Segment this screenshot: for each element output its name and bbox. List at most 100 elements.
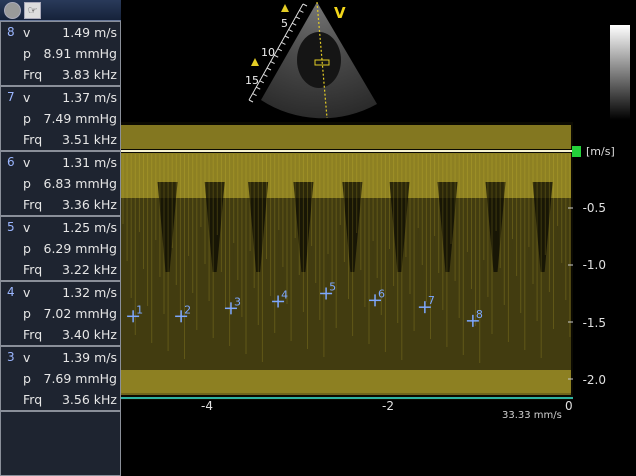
measurement-row: p 6.83 mmHg	[23, 176, 117, 196]
y-tick-label: -0.5	[582, 201, 606, 215]
measurement-value: 1.31 m/s	[62, 155, 117, 170]
measurement-card[interactable]: 5 v 1.25 m/s p 6.29 mmHg Frq 3.22 kHz	[0, 216, 121, 281]
measurement-value: 6.29 mmHg	[43, 241, 118, 256]
measurement-key: p	[23, 176, 31, 191]
measurement-key: p	[23, 46, 31, 61]
positive-band	[121, 125, 571, 149]
measurement-value: 3.83 kHz	[61, 67, 117, 82]
measurement-card-partial[interactable]	[0, 411, 121, 476]
measurement-value: 7.02 mmHg	[43, 306, 118, 321]
measurement-card[interactable]: 6 v 1.31 m/s p 6.83 mmHg Frq 3.36 kHz	[0, 151, 121, 216]
measurement-card[interactable]: 4 v 1.32 m/s p 7.02 mmHg Frq 3.40 kHz	[0, 281, 121, 346]
measurement-value: 3.40 kHz	[61, 327, 117, 342]
measurement-value: 6.83 mmHg	[43, 176, 118, 191]
measurement-row: v 1.31 m/s	[23, 155, 117, 175]
measurement-row: p 7.49 mmHg	[23, 111, 117, 131]
measurement-card[interactable]: 8 v 1.49 m/s p 8.91 mmHg Frq 3.83 kHz	[0, 21, 121, 86]
measurement-value: 8.91 mmHg	[43, 46, 118, 61]
velocity-marker-label: 3	[234, 295, 241, 308]
depth-label-10: 10	[261, 46, 275, 59]
measurement-value: 1.37 m/s	[62, 90, 117, 105]
depth-tick	[291, 22, 297, 26]
y-tick-label: -1.0	[582, 258, 606, 272]
measurement-key: Frq	[23, 132, 43, 147]
sweep-speed: 33.33 mm/s	[502, 410, 562, 421]
measurement-value: 3.51 kHz	[61, 132, 117, 147]
velocity-unit: [m/s]	[586, 145, 615, 158]
measurement-row: v 1.32 m/s	[23, 285, 117, 305]
measurement-key: p	[23, 241, 31, 256]
grayscale-bar	[610, 25, 630, 120]
depth-tick	[270, 61, 275, 65]
x-tick-label: -4	[201, 399, 213, 413]
measurement-key: Frq	[23, 327, 43, 342]
baseline-marker-icon[interactable]	[572, 146, 581, 157]
measurement-value: 1.32 m/s	[62, 285, 117, 300]
measurement-row: Frq 3.83 kHz	[23, 67, 117, 87]
measurement-number: 5	[7, 220, 15, 234]
measurement-key: p	[23, 306, 31, 321]
depth-tick	[288, 29, 293, 33]
spectrum-bottom	[121, 370, 571, 395]
depth-tick	[299, 9, 304, 13]
depth-tick	[252, 93, 257, 97]
measurement-row: p 7.69 mmHg	[23, 371, 117, 391]
x-tick-label: 0	[565, 399, 573, 413]
measurement-value: 7.69 mmHg	[43, 371, 118, 386]
measurement-value: 3.56 kHz	[61, 392, 117, 407]
measurement-key: p	[23, 371, 31, 386]
focus-marker-top-icon	[281, 4, 289, 12]
measurement-value: 1.39 m/s	[62, 350, 117, 365]
measurement-key: v	[23, 350, 31, 365]
measurement-number: 4	[7, 285, 15, 299]
record-icon[interactable]	[4, 2, 21, 19]
measurement-row: v 1.49 m/s	[23, 25, 117, 45]
measurement-key: v	[23, 220, 31, 235]
velocity-marker-label: 6	[378, 287, 385, 300]
measurement-key: v	[23, 25, 31, 40]
measurement-card[interactable]: 7 v 1.37 m/s p 7.49 mmHg Frq 3.51 kHz	[0, 86, 121, 151]
measurement-row: p 6.29 mmHg	[23, 241, 117, 261]
measurement-key: Frq	[23, 197, 43, 212]
velocity-marker-label: 8	[476, 308, 483, 321]
depth-tick	[281, 41, 286, 45]
measurement-row: Frq 3.40 kHz	[23, 327, 117, 347]
y-tick-label: -2.0	[582, 373, 606, 387]
measurement-value: 1.49 m/s	[62, 25, 117, 40]
focus-marker-icon	[251, 58, 259, 66]
measurement-row: v 1.39 m/s	[23, 350, 117, 370]
bmode-sector-image: 5 10 15	[245, 1, 377, 119]
measurement-row: Frq 3.36 kHz	[23, 197, 117, 217]
measurement-value: 1.25 m/s	[62, 220, 117, 235]
measurement-number: 3	[7, 350, 15, 364]
measurement-row: Frq 3.22 kHz	[23, 262, 117, 282]
y-tick-label: -1.5	[582, 316, 606, 330]
velocity-marker-label: 7	[428, 294, 435, 307]
measurement-row: p 8.91 mmHg	[23, 46, 117, 66]
depth-label-5: 5	[281, 17, 288, 30]
measurement-row: v 1.37 m/s	[23, 90, 117, 110]
doppler-spectrum: 1 2 3 4 5 6 7 8	[121, 122, 573, 400]
measurement-row: Frq 3.56 kHz	[23, 392, 117, 412]
depth-tick	[302, 3, 308, 7]
measurement-key: Frq	[23, 392, 43, 407]
velocity-marker-label: 4	[281, 288, 288, 301]
pointer-icon[interactable]: ☞	[24, 2, 41, 19]
depth-label-15: 15	[245, 74, 259, 87]
depth-tick	[266, 67, 272, 71]
velocity-marker-label: 5	[329, 281, 336, 294]
measurement-key: p	[23, 111, 31, 126]
measurement-value: 7.49 mmHg	[43, 111, 118, 126]
measurement-number: 7	[7, 90, 15, 104]
depth-tick	[259, 80, 265, 84]
measurement-key: v	[23, 155, 31, 170]
measurement-number: 6	[7, 155, 15, 169]
mode-label: V	[334, 4, 346, 22]
x-tick-label: -2	[382, 399, 394, 413]
measurement-value: 3.22 kHz	[61, 262, 117, 277]
measurement-key: v	[23, 90, 31, 105]
measurement-card[interactable]: 3 v 1.39 m/s p 7.69 mmHg Frq 3.56 kHz	[0, 346, 121, 411]
velocity-marker-label: 1	[136, 303, 143, 316]
depth-tick	[255, 86, 261, 90]
panel-toolbar: ☞	[0, 0, 121, 21]
